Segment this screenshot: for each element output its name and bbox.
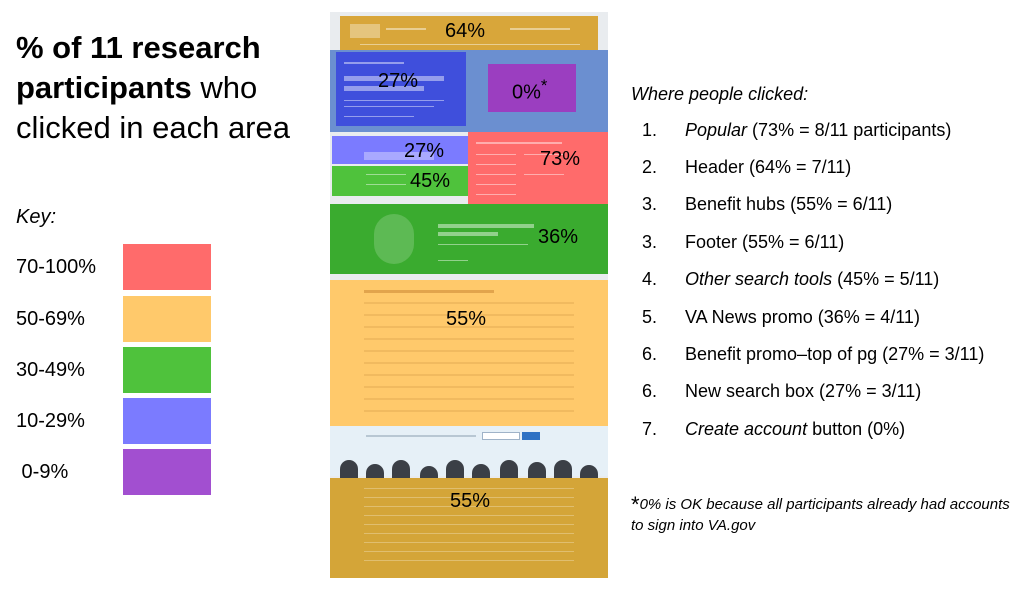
key-range: 70-100% bbox=[16, 256, 97, 278]
list-item: 2. Header (64% = 7/11) bbox=[642, 157, 852, 177]
footnote-star: * bbox=[540, 76, 548, 95]
list-item: 3. Benefit hubs (55% = 6/11) bbox=[642, 194, 893, 214]
popular-pct: 73% bbox=[540, 148, 581, 170]
key-label: Key: bbox=[16, 206, 57, 228]
header-region: 64% bbox=[340, 16, 598, 50]
signup-button bbox=[522, 432, 540, 440]
list-item: 7. Create account button (0%) bbox=[642, 419, 906, 439]
key-range: 10-29% bbox=[16, 410, 85, 432]
footnote-star: * bbox=[631, 492, 640, 517]
news-promo-region: 36% bbox=[330, 204, 608, 274]
where-heading: Where people clicked: bbox=[631, 84, 809, 104]
key-row-50-69: 50-69% bbox=[16, 296, 216, 342]
popular-region: 73% bbox=[468, 132, 608, 212]
key-swatch bbox=[123, 398, 211, 444]
benefit-hubs-region: 55% bbox=[330, 280, 608, 426]
list-item: 1. Popular (73% = 8/11 participants) bbox=[642, 120, 952, 140]
footnote-text: 0% is OK because all participants alread… bbox=[631, 496, 1010, 534]
footnote: *0% is OK because all participants alrea… bbox=[631, 494, 1011, 536]
key-row-10-29: 10-29% bbox=[16, 398, 216, 444]
key-row-0-9: 0-9% bbox=[16, 449, 216, 495]
benefit-promo-region: 27% bbox=[336, 52, 466, 126]
va-logo bbox=[350, 24, 380, 38]
benefit-hubs-pct: 55% bbox=[446, 308, 487, 330]
benefit-promo-pct: 27% bbox=[378, 70, 419, 92]
key-range: 50-69% bbox=[16, 308, 85, 330]
create-account-pct: 0%* bbox=[512, 76, 548, 104]
list-item: 4. Other search tools (45% = 5/11) bbox=[642, 269, 940, 289]
create-account-region: 0%* bbox=[488, 64, 576, 112]
key-range: 30-49% bbox=[16, 359, 85, 381]
list-item: 3. Footer (55% = 6/11) bbox=[642, 232, 845, 252]
header-pct: 64% bbox=[445, 20, 486, 42]
pathfinder-icon bbox=[374, 214, 414, 264]
list-item: 6. Benefit promo–top of pg (27% = 3/11) bbox=[642, 344, 985, 364]
search-box-region: 27% bbox=[332, 136, 468, 164]
other-search-pct: 45% bbox=[410, 170, 451, 192]
list-item: 6. New search box (27% = 3/11) bbox=[642, 381, 922, 401]
footer-region: 55% bbox=[330, 478, 608, 578]
other-search-region: 45% bbox=[332, 166, 468, 196]
key-row-30-49: 30-49% bbox=[16, 347, 216, 393]
page-title: % of 11 research participants who clicke… bbox=[16, 28, 316, 148]
key-swatch bbox=[123, 296, 211, 342]
key-swatch bbox=[123, 244, 211, 290]
search-box-pct: 27% bbox=[404, 140, 445, 162]
email-input bbox=[482, 432, 520, 440]
key-range: 0-9% bbox=[16, 461, 69, 483]
key-row-70-100: 70-100% bbox=[16, 244, 216, 290]
news-promo-pct: 36% bbox=[538, 226, 579, 248]
list-item: 5. VA News promo (36% = 4/11) bbox=[642, 307, 920, 327]
key-swatch bbox=[123, 347, 211, 393]
key-swatch bbox=[123, 449, 211, 495]
va-homepage-screenshot: 64% 27% 0%* 27% 73% 45% 36% 55% 55% bbox=[330, 12, 608, 578]
footer-pct: 55% bbox=[450, 490, 491, 512]
